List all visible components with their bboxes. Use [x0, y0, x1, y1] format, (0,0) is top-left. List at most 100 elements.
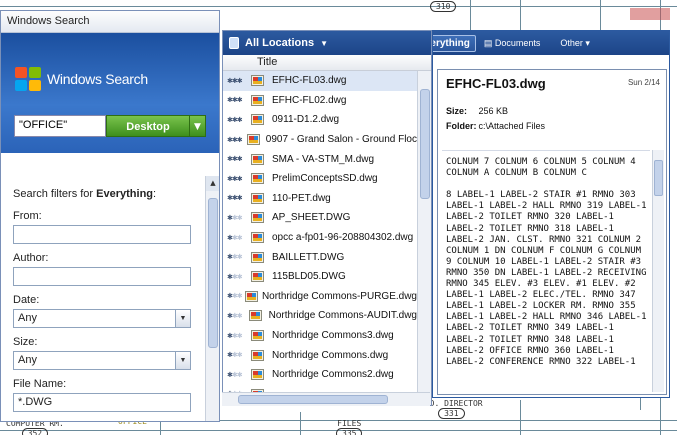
dwg-file-icon — [251, 94, 265, 107]
rating-stars-icon: ✱✱✱ — [227, 175, 243, 183]
result-name: EFHC-FL02.dwg — [272, 94, 347, 106]
dwg-file-icon — [251, 172, 265, 185]
rating-stars-icon: ✱✱✱ — [227, 195, 243, 203]
result-row[interactable]: ✱✱✱ Northridge Commons-AUDIT.dwg — [223, 306, 417, 326]
scroll-thumb[interactable] — [420, 89, 430, 199]
scope-dropdown-icon[interactable]: ▼ — [190, 115, 206, 137]
dwg-file-icon — [248, 309, 262, 322]
rating-stars-icon: ✱✱✱ — [227, 116, 243, 124]
preview-metadata: Size: 256 KB Folder: c:\Attached Files — [446, 106, 546, 131]
preview-title: EFHC-FL03.dwg — [446, 76, 546, 91]
search-bar: "OFFICE" Desktop ▼ — [14, 115, 206, 137]
rating-stars-icon: ✱✱✱ — [227, 312, 243, 320]
filters-scrollbar[interactable]: ▲ — [205, 176, 219, 421]
result-row[interactable]: ✱✱✱ 0907 - Grand Salon - Ground Floc — [223, 130, 417, 150]
chevron-down-icon[interactable]: ▼ — [320, 39, 328, 48]
cad-room-tag: 310 — [430, 1, 457, 12]
cad-room-label: FILES 335 — [336, 419, 363, 435]
results-pane: All Locations ▼ Title ✱✱✱ EFHC-FL03.dwg ✱✱… — [222, 30, 432, 406]
window-title: Windows Search — [1, 11, 219, 33]
result-row[interactable]: ✱✱✱ 0911-D1.2.dwg — [223, 110, 417, 130]
result-name: BAILLETT.DWG — [272, 251, 345, 263]
result-name: Northridge Commons2.dwg — [272, 369, 394, 381]
result-row[interactable]: ✱✱✱ Northridge Commons-PURGE.dwg — [223, 287, 417, 307]
from-field[interactable] — [13, 225, 191, 244]
chevron-down-icon[interactable]: ▼ — [175, 310, 190, 327]
location-label: All Locations — [245, 37, 315, 49]
scroll-thumb[interactable] — [654, 160, 663, 196]
tab-everything[interactable]: ✲ Everything — [433, 34, 476, 52]
result-row[interactable]: ✱✱✱ 110-PET.dwg — [223, 189, 417, 209]
result-name: AP_SHEET.DWG — [272, 212, 351, 224]
dwg-file-icon — [251, 270, 265, 283]
size-select-value: Any — [18, 354, 37, 366]
dwg-file-icon — [251, 251, 265, 264]
scroll-up-icon[interactable]: ▲ — [206, 176, 219, 191]
scroll-thumb[interactable] — [238, 395, 388, 404]
search-banner: Windows Search "OFFICE" Desktop ▼ — [1, 33, 219, 153]
dwg-file-icon — [244, 290, 258, 303]
date-label: Date: — [13, 294, 40, 306]
filename-field[interactable]: *.DWG — [13, 393, 191, 412]
size-select[interactable]: Any ▼ — [13, 351, 191, 370]
result-row[interactable]: ✱✱✱ PrelimConceptsSD.dwg — [223, 169, 417, 189]
date-select-value: Any — [18, 312, 37, 324]
author-label: Author: — [13, 252, 49, 264]
result-row[interactable]: ✱✱✱ Northridge Commons3.dwg — [223, 326, 417, 346]
tab-other[interactable]: Other ▾ — [560, 38, 590, 49]
location-selector[interactable]: All Locations ▼ — [223, 31, 431, 55]
result-name: Northridge Commons.dwg — [272, 349, 389, 361]
windows-logo-icon — [15, 67, 43, 93]
search-filters: Search filters for Everything: From: Aut… — [1, 176, 205, 421]
result-name: opcc a-fp01-96-208804302.dwg — [272, 232, 414, 244]
result-row[interactable]: ✱✱✱ Northridge Commons.dwg — [223, 345, 417, 365]
date-select[interactable]: Any ▼ — [13, 309, 191, 328]
rating-stars-icon: ✱✱✱ — [227, 234, 243, 242]
rating-stars-icon: ✱✱✱ — [227, 332, 243, 340]
result-name: Northridge Commons-AUDIT.dwg — [268, 310, 417, 322]
result-row[interactable]: ✱✱✱ EFHC-FL02.dwg — [223, 91, 417, 111]
result-name: PrelimConceptsSD.dwg — [272, 173, 378, 185]
rating-stars-icon: ✱✱✱ — [227, 136, 243, 144]
result-row[interactable]: ✱✱✱ Northridge Commons2.dwg — [223, 365, 417, 385]
dwg-file-icon — [251, 329, 265, 342]
rating-stars-icon: ✱✱✱ — [227, 371, 243, 379]
preview-size: 256 KB — [478, 106, 509, 116]
preview-pane: ✲ Everything ▤ Documents Other ▾ EFHC-FL… — [432, 30, 670, 398]
result-name: SMA - VA-STM_M.dwg — [272, 153, 375, 165]
rating-stars-icon: ✱✱✱ — [227, 156, 243, 164]
scroll-thumb[interactable] — [208, 198, 218, 348]
result-row[interactable]: ✱✱✱ 115BLD05.DWG — [223, 267, 417, 287]
preview-scrollbar[interactable] — [652, 150, 664, 392]
preview-date: Sun 2/14 — [627, 78, 660, 87]
chevron-down-icon[interactable]: ▼ — [175, 352, 190, 369]
column-header-title[interactable]: Title — [223, 55, 431, 71]
rating-stars-icon: ✱✱✱ — [227, 77, 243, 85]
category-tabs: ✲ Everything ▤ Documents Other ▾ — [433, 31, 669, 55]
desktop-search-button[interactable]: Desktop — [106, 115, 190, 137]
result-row[interactable]: ✱✱✱ SMA - VA-STM_M.dwg — [223, 149, 417, 169]
dwg-file-icon — [251, 153, 265, 166]
result-name: Northridge Commons3.dwg — [272, 330, 394, 342]
preview-frame: EFHC-FL03.dwg Sun 2/14 Size: 256 KB Fold… — [437, 69, 667, 395]
result-name: 0907 - Grand Salon - Ground Floc — [265, 134, 417, 146]
filename-label: File Name: — [13, 378, 67, 390]
dwg-file-icon — [251, 192, 265, 205]
result-row[interactable]: ✱✱✱ BAILLETT.DWG — [223, 247, 417, 267]
from-label: From: — [13, 210, 42, 222]
location-icon — [229, 37, 239, 49]
search-input[interactable]: "OFFICE" — [14, 115, 106, 137]
results-hscrollbar[interactable] — [222, 392, 430, 406]
result-name: 115BLD05.DWG — [272, 271, 346, 283]
results-list: ✱✱✱ EFHC-FL03.dwg ✱✱✱ EFHC-FL02.dwg ✱✱✱ 0911-… — [223, 71, 417, 405]
results-scrollbar[interactable] — [417, 71, 431, 405]
result-row[interactable]: ✱✱✱ EFHC-FL03.dwg — [223, 71, 417, 91]
result-row[interactable]: ✱✱✱ opcc a-fp01-96-208804302.dwg — [223, 228, 417, 248]
dwg-file-icon — [251, 113, 265, 126]
result-row[interactable]: ✱✱✱ AP_SHEET.DWG — [223, 208, 417, 228]
author-field[interactable] — [13, 267, 191, 286]
dwg-file-icon — [251, 231, 265, 244]
tab-documents[interactable]: ▤ Documents — [484, 38, 541, 49]
rating-stars-icon: ✱✱✱ — [227, 273, 243, 281]
dwg-file-icon — [251, 74, 265, 87]
